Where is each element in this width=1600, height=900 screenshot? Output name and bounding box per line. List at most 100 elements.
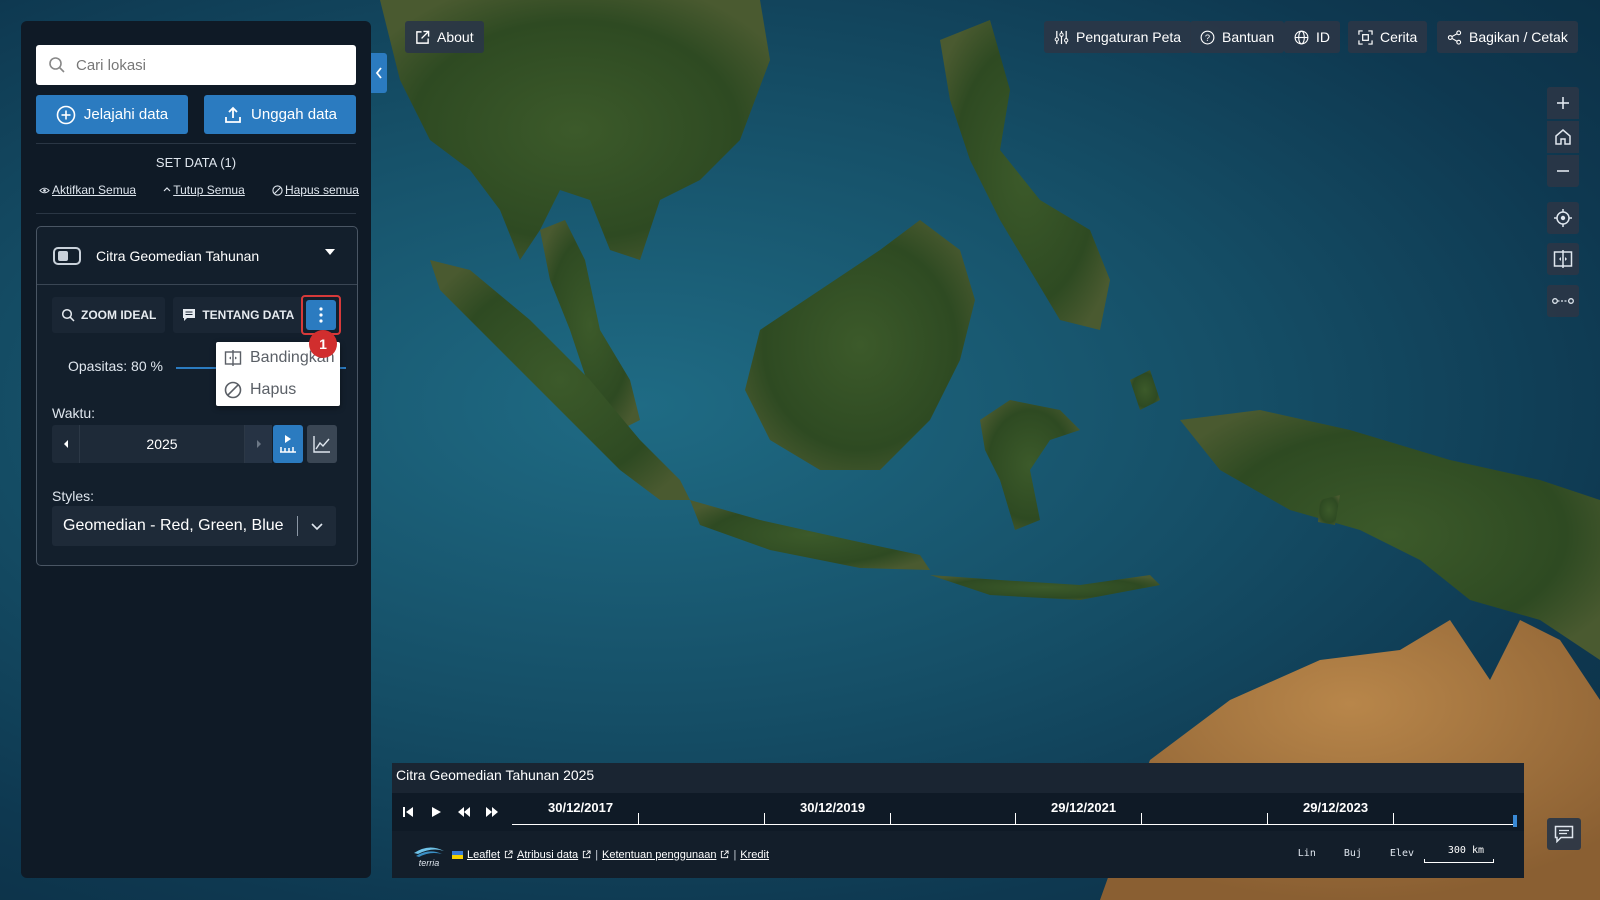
- chevron-left-icon: [375, 67, 382, 79]
- explore-data-label: Jelajahi data: [83, 106, 169, 123]
- search-icon: [61, 308, 75, 322]
- visibility-toggle[interactable]: [53, 246, 81, 265]
- enable-all-link[interactable]: Aktifkan Semua: [39, 183, 136, 197]
- about-data-button[interactable]: TENTANG DATA: [173, 297, 304, 333]
- elevation-label: Elev: [1389, 848, 1414, 859]
- scale-label: 300 km: [1447, 845, 1484, 856]
- map-footer: terria Leaflet Atribusi data | Ketentuan…: [392, 831, 1524, 878]
- external-link-icon: [504, 850, 513, 859]
- play-button[interactable]: [425, 802, 447, 822]
- menu-item-remove[interactable]: Hapus: [216, 374, 340, 406]
- dataset-title: Citra Geomedian Tahunan: [96, 247, 260, 264]
- plus-icon: [1557, 97, 1569, 109]
- terms-link[interactable]: Ketentuan penggunaan: [602, 849, 716, 861]
- help-label: Bantuan: [1222, 29, 1275, 45]
- dataset-card: Citra Geomedian Tahunan ZOOM IDEAL TENTA…: [36, 226, 358, 566]
- search-input[interactable]: [76, 56, 336, 74]
- remove-all-link[interactable]: Hapus semua: [272, 183, 359, 197]
- help-button[interactable]: ? Bantuan: [1190, 21, 1285, 53]
- time-value[interactable]: 2025: [80, 436, 244, 452]
- styles-value: Geomedian - Red, Green, Blue: [63, 517, 284, 534]
- timeline-tick: [1267, 813, 1268, 825]
- map-settings-button[interactable]: Pengaturan Peta: [1044, 21, 1192, 53]
- upload-data-label: Unggah data: [251, 106, 337, 123]
- line-chart-icon: [313, 436, 330, 453]
- menu-item-remove-label: Hapus: [250, 381, 297, 398]
- timeline-tick: [890, 813, 891, 825]
- language-label: ID: [1316, 29, 1330, 45]
- upload-icon: [225, 106, 241, 123]
- step-back-button[interactable]: [453, 802, 475, 822]
- dataset-card-header[interactable]: Citra Geomedian Tahunan: [37, 227, 357, 285]
- chevron-up-icon: [163, 186, 171, 191]
- latitude-label: Lin: [1297, 848, 1316, 859]
- previous-time-button[interactable]: [52, 425, 80, 463]
- about-button[interactable]: About: [405, 21, 484, 53]
- stories-button[interactable]: Cerita: [1348, 21, 1428, 53]
- map-settings-label: Pengaturan Peta: [1076, 29, 1182, 45]
- next-time-button[interactable]: [244, 425, 272, 463]
- split-compare-button[interactable]: [1547, 243, 1579, 275]
- divider: [36, 143, 356, 144]
- measure-tool-button[interactable]: [1547, 285, 1579, 317]
- time-label: Waktu:: [52, 405, 96, 421]
- timeline-label: 29/12/2023: [1303, 800, 1369, 815]
- styles-label: Styles:: [52, 488, 95, 504]
- timeline-scrubber[interactable]: 30/12/2017 30/12/2019 29/12/2021 29/12/2…: [512, 793, 1517, 831]
- minus-icon: [1557, 170, 1569, 172]
- workbench-panel: Jelajahi data Unggah data SET DATA (1) A…: [21, 21, 371, 878]
- story-icon: [1358, 29, 1373, 45]
- explore-data-button[interactable]: Jelajahi data: [36, 95, 188, 134]
- timeline-tick: [764, 813, 765, 825]
- language-button[interactable]: ID: [1284, 21, 1340, 53]
- styles-select[interactable]: Geomedian - Red, Green, Blue: [52, 506, 336, 546]
- skip-back-icon: [403, 807, 413, 817]
- collapse-panel-button[interactable]: [371, 53, 387, 93]
- measure-icon: [1552, 298, 1574, 304]
- enable-all-label: Aktifkan Semua: [52, 183, 137, 197]
- sliders-icon: [1054, 30, 1069, 44]
- more-vertical-icon: [306, 300, 336, 330]
- external-link-icon: [583, 850, 591, 859]
- fast-forward-icon: [486, 807, 498, 817]
- terria-logo: terria: [414, 846, 444, 868]
- divider: [36, 213, 356, 214]
- go-to-start-button[interactable]: [397, 802, 419, 822]
- data-attribution-link[interactable]: Atribusi data: [517, 849, 578, 861]
- remove-all-label: Hapus semua: [284, 183, 359, 197]
- opacity-label: Opasitas: 80 %: [68, 358, 163, 374]
- credits-link[interactable]: Kredit: [740, 849, 769, 861]
- svg-text:?: ?: [1205, 32, 1210, 42]
- leaflet-link[interactable]: Leaflet: [467, 849, 500, 861]
- compare-icon: [224, 350, 242, 366]
- chart-button[interactable]: [307, 425, 337, 463]
- share-print-button[interactable]: Bagikan / Cetak: [1437, 21, 1578, 53]
- more-options-button[interactable]: [301, 295, 341, 335]
- zoom-out-button[interactable]: [1547, 155, 1579, 187]
- timeline-icon: [280, 435, 296, 453]
- zoom-ideal-label: ZOOM IDEAL: [81, 308, 157, 322]
- timeline-handle[interactable]: [1513, 815, 1517, 827]
- locate-me-button[interactable]: [1547, 202, 1579, 234]
- timeline-label: 30/12/2019: [800, 800, 866, 815]
- caret-right-icon: [256, 440, 261, 448]
- step-badge: 1: [309, 330, 337, 358]
- feedback-button[interactable]: [1547, 818, 1581, 850]
- timeline-toggle-button[interactable]: [273, 425, 303, 463]
- dataset-actions: Aktifkan Semua Tutup Semua Hapus semua: [39, 183, 359, 197]
- upload-data-button[interactable]: Unggah data: [204, 95, 356, 134]
- caret-down-icon[interactable]: [325, 249, 335, 255]
- comment-icon: [183, 309, 196, 321]
- zoom-ideal-button[interactable]: ZOOM IDEAL: [52, 297, 166, 333]
- attribution-links: Leaflet Atribusi data | Ketentuan penggu…: [452, 849, 769, 861]
- external-link-icon: [416, 30, 430, 44]
- step-forward-button[interactable]: [481, 802, 503, 822]
- home-button[interactable]: [1547, 121, 1579, 153]
- external-link-icon: [721, 850, 729, 859]
- time-selector: 2025: [52, 425, 272, 463]
- caret-left-icon: [63, 440, 68, 448]
- timeline-tick: [1015, 813, 1016, 825]
- zoom-in-button[interactable]: [1547, 87, 1579, 119]
- search-box[interactable]: [36, 45, 356, 85]
- collapse-all-link[interactable]: Tutup Semua: [163, 183, 245, 197]
